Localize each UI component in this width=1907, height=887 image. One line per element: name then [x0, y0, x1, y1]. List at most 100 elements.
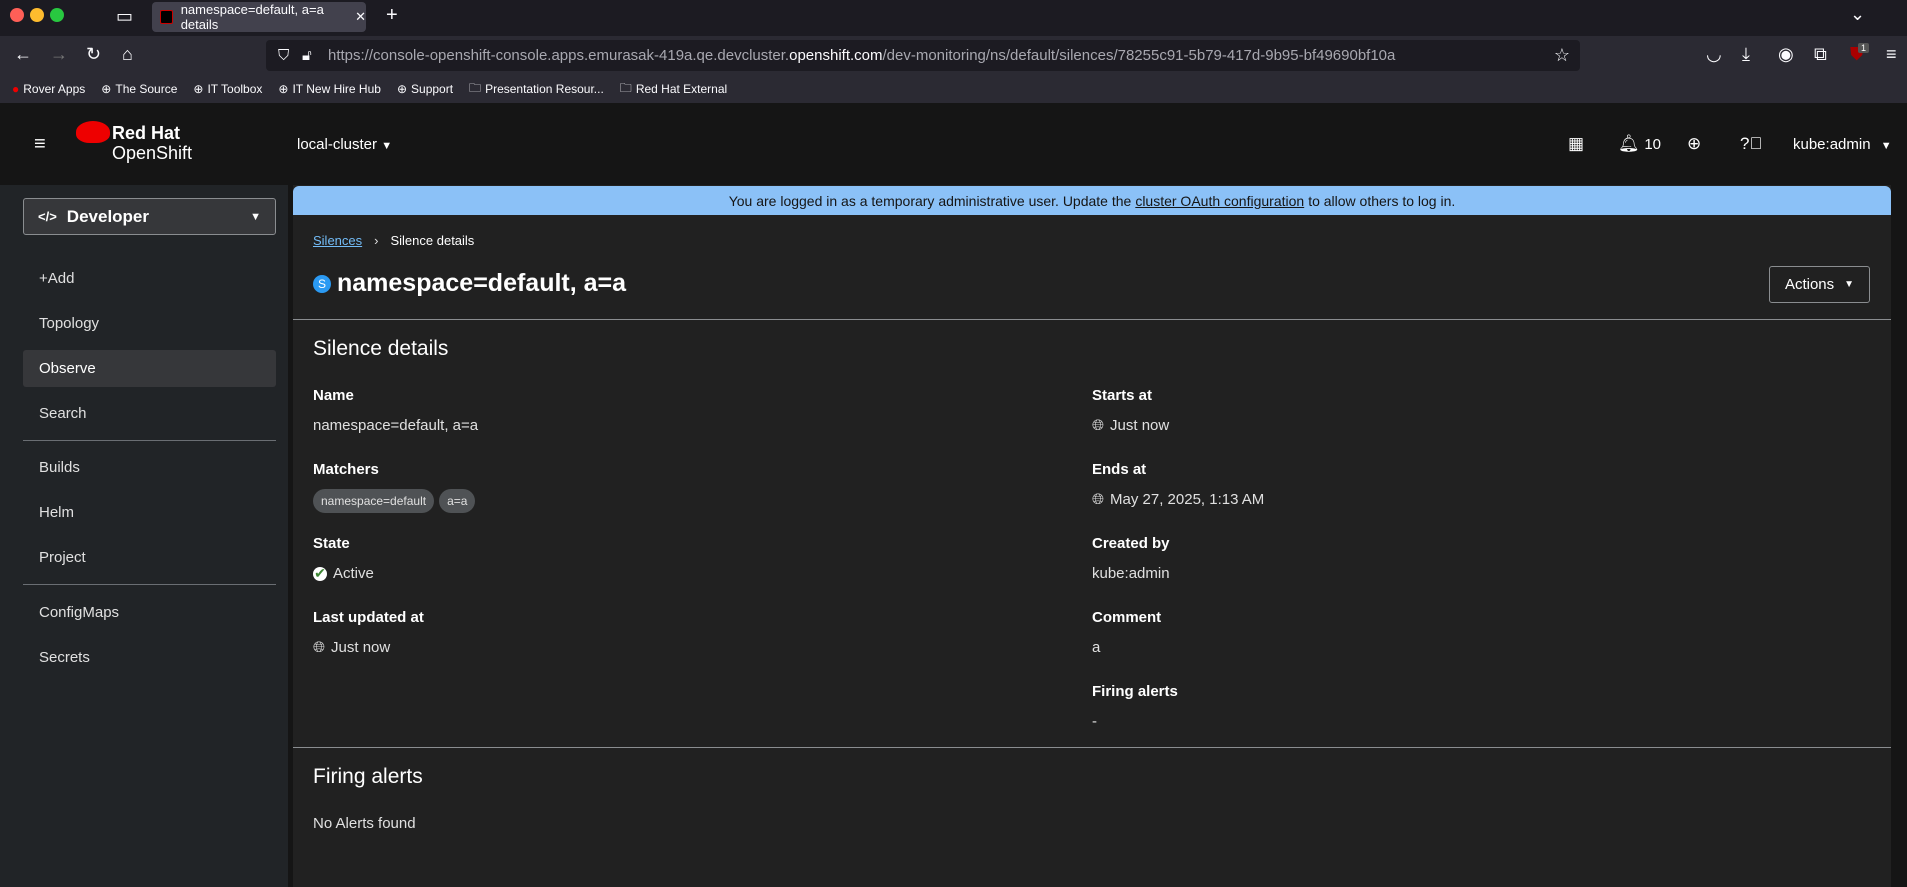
list-tabs-icon[interactable]: ⌄	[1850, 4, 1865, 25]
pocket-icon[interactable]: ◡	[1706, 44, 1722, 65]
sidebar-item-secrets[interactable]: Secrets	[23, 639, 276, 676]
globe-icon: ⊕	[101, 82, 112, 96]
comment-label: Comment	[1092, 609, 1162, 626]
new-tab-button[interactable]: +	[386, 4, 398, 27]
code-icon: </>	[38, 209, 57, 224]
silence-details-heading: Silence details	[313, 337, 449, 360]
starts-at-value: 🌐︎ Just now	[1092, 417, 1170, 434]
bookmark-it-new-hire-hub[interactable]: ⊕ IT New Hire Hub	[278, 82, 381, 96]
sidebar-item-builds[interactable]: Builds	[23, 449, 276, 486]
sidebar-item-project[interactable]: Project	[23, 539, 276, 576]
shield-icon[interactable]: ⛉	[278, 47, 289, 64]
bookmark-it-toolbox[interactable]: ⊕ IT Toolbox	[193, 82, 262, 96]
starts-at-label: Starts at	[1092, 387, 1153, 404]
redhat-logo-icon	[76, 121, 110, 143]
temporary-admin-banner: You are logged in as a temporary adminis…	[293, 186, 1891, 215]
matcher-chip: a=a	[439, 489, 476, 513]
help-icon[interactable]: ?⃝	[1740, 134, 1762, 154]
folder-icon: 🗀	[619, 80, 632, 95]
last-updated-value: 🌐︎ Just now	[313, 639, 391, 656]
notification-count: 10	[1644, 136, 1662, 153]
globe-icon: ⊕	[278, 82, 289, 96]
chevron-right-icon: ›	[374, 233, 379, 248]
name-value: namespace=default, a=a	[313, 417, 479, 434]
url-domain: openshift.com	[789, 47, 883, 64]
browser-toolbar: ← → ↻ ⌂ ⛉ 🔓︎ https://console-openshift-c…	[0, 36, 1907, 75]
redhat-icon: ●	[12, 82, 20, 96]
matchers-list: namespace=default a=a	[313, 489, 480, 513]
sidebar-item-helm[interactable]: Helm	[23, 494, 276, 531]
created-by-label: Created by	[1092, 535, 1170, 552]
minimize-window-button[interactable]	[30, 8, 44, 22]
globe-icon: ⊕	[396, 82, 408, 96]
url-prefix: https://console-openshift-console.apps.e…	[328, 47, 790, 64]
breadcrumb: Silences › Silence details	[313, 233, 474, 248]
silence-badge-icon: S	[313, 274, 331, 293]
download-icon[interactable]: ⤓	[1742, 44, 1750, 65]
sidebar-item-configmaps[interactable]: ConfigMaps	[23, 594, 276, 631]
globe-icon: 🌐︎	[1092, 491, 1105, 508]
breadcrumb-current: Silence details	[390, 233, 475, 248]
sidebar-item-search[interactable]: Search	[23, 395, 276, 432]
forward-icon[interactable]: →	[50, 44, 68, 65]
state-value: ✔ Active	[313, 565, 374, 582]
app-launcher-icon[interactable]: ▦	[1568, 134, 1584, 154]
name-label: Name	[313, 387, 354, 404]
oauth-config-link[interactable]: cluster OAuth configuration	[1135, 193, 1304, 209]
lock-warning-icon[interactable]: 🔓︎	[302, 47, 312, 64]
masthead: ≡ Red Hat OpenShift local-cluster ▼ ▦ 🔔︎ …	[0, 103, 1907, 185]
browser-tab-bar: ▭ namespace=default, a=a details ✕ + ⌄	[0, 0, 1907, 36]
extension-badge: 1	[1858, 43, 1870, 53]
globe-icon: 🌐︎	[313, 639, 326, 656]
firing-alerts-heading: Firing alerts	[313, 765, 423, 788]
actions-dropdown[interactable]: Actions ▼	[1769, 266, 1870, 303]
bookmark-star-icon[interactable]: ☆	[1554, 45, 1570, 66]
matcher-chip: namespace=default	[313, 489, 435, 513]
notifications-button[interactable]: 🔔︎ 10	[1618, 134, 1661, 154]
tab-title: namespace=default, a=a details	[180, 2, 324, 32]
breadcrumb-silences-link[interactable]: Silences	[313, 233, 362, 248]
brand-logo[interactable]: Red Hat OpenShift	[112, 123, 192, 163]
bookmark-rover-apps[interactable]: ● Rover Apps	[12, 82, 85, 96]
caret-down-icon: ▼	[250, 210, 261, 223]
extensions-icon[interactable]: ⧉	[1814, 44, 1827, 65]
account-icon[interactable]: ◉	[1778, 44, 1794, 65]
bell-icon: 🔔︎	[1618, 134, 1640, 153]
hamburger-menu-icon[interactable]: ≡	[34, 133, 46, 156]
bookmark-red-hat-external[interactable]: 🗀 Red Hat External	[620, 79, 727, 100]
reload-icon[interactable]: ↻	[86, 44, 101, 65]
caret-down-icon: ▼	[1880, 140, 1892, 152]
firing-alerts-label: Firing alerts	[1092, 683, 1178, 700]
divider	[293, 319, 1891, 320]
browser-tab[interactable]: namespace=default, a=a details ✕	[152, 2, 366, 32]
quick-create-icon[interactable]: ⊕	[1687, 134, 1701, 154]
bookmark-the-source[interactable]: ⊕ The Source	[101, 82, 177, 96]
state-label: State	[313, 535, 350, 552]
sidebar-divider	[23, 584, 276, 585]
main-content: You are logged in as a temporary adminis…	[288, 185, 1907, 887]
sidebar-item-topology[interactable]: Topology	[23, 305, 276, 342]
ends-at-value: 🌐︎ May 27, 2025, 1:13 AM	[1092, 491, 1265, 508]
firing-alerts-value: -	[1092, 713, 1097, 730]
close-tab-icon[interactable]: ✕	[355, 9, 366, 25]
perspective-switcher[interactable]: </> Developer ▼	[23, 198, 276, 235]
sidebar-item-add[interactable]: +Add	[23, 260, 276, 297]
comment-value: a	[1092, 639, 1101, 656]
globe-icon: 🌐︎	[1092, 417, 1105, 434]
home-icon[interactable]: ⌂	[122, 44, 133, 65]
bookmark-presentation-resources[interactable]: 🗀 Presentation Resour...	[469, 79, 604, 100]
sidebar-divider	[23, 440, 276, 441]
close-window-button[interactable]	[10, 8, 24, 22]
menu-icon[interactable]: ≡	[1886, 44, 1897, 65]
cluster-selector[interactable]: local-cluster ▼	[297, 136, 392, 153]
bookmark-support[interactable]: ⊕ Support	[397, 82, 453, 96]
no-alerts-message: No Alerts found	[313, 815, 416, 832]
maximize-window-button[interactable]	[50, 8, 64, 22]
sidebar-item-observe[interactable]: Observe	[23, 350, 276, 387]
ends-at-label: Ends at	[1092, 461, 1147, 478]
back-icon[interactable]: ←	[14, 44, 32, 65]
url-bar[interactable]: ⛉ 🔓︎ https://console-openshift-console.a…	[266, 40, 1580, 71]
tab-overview-icon[interactable]: ▭	[116, 6, 133, 27]
globe-icon: ⊕	[193, 82, 204, 96]
user-menu[interactable]: kube:admin ▼	[1793, 136, 1892, 153]
